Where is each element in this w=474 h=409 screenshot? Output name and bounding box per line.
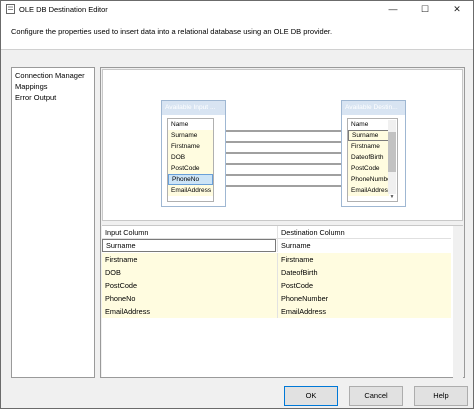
destination-column-item[interactable]: Firstname	[348, 141, 389, 152]
cancel-button[interactable]: Cancel	[349, 386, 403, 406]
table-row[interactable]: Firstname Firstname	[102, 253, 451, 266]
input-column-cell[interactable]: PostCode	[102, 279, 276, 292]
input-column-cell[interactable]: DOB	[102, 266, 276, 279]
available-input-columns-box: Available Input ... Name Surname Firstna…	[161, 100, 226, 207]
help-button[interactable]: Help	[414, 386, 468, 406]
table-row[interactable]: PostCode PostCode	[102, 279, 451, 292]
close-icon: ✕	[453, 3, 461, 14]
description-panel: Configure the properties used to insert …	[1, 17, 473, 50]
destination-column-name-header: Name	[351, 121, 369, 128]
input-column-item[interactable]: PostCode	[168, 163, 213, 174]
maximize-button[interactable]: ☐	[409, 1, 441, 17]
destination-column-cell[interactable]: Firstname	[277, 253, 451, 266]
destination-column-list: Name Surname Firstname DateofBirth PostC…	[347, 118, 398, 202]
title-bar: OLE DB Destination Editor — ☐ ✕	[1, 1, 473, 17]
destination-column-cell[interactable]: EmailAddress	[277, 305, 451, 318]
destination-column-item[interactable]: PostCode	[348, 163, 389, 174]
input-column-item[interactable]: DOB	[168, 152, 213, 163]
input-column-item[interactable]: Firstname	[168, 141, 213, 152]
scrollbar-thumb[interactable]	[388, 132, 396, 172]
table-row[interactable]: EmailAddress EmailAddress	[102, 305, 451, 318]
destination-column-item[interactable]: PhoneNumber	[348, 174, 393, 185]
nav-list: Connection Manager Mappings Error Output	[11, 67, 95, 378]
input-column-name-header: Name	[171, 121, 189, 128]
destination-column-item[interactable]: DateofBirth	[348, 152, 389, 163]
input-box-title: Available Input ...	[162, 101, 225, 115]
nav-item-connection-manager[interactable]: Connection Manager	[15, 71, 85, 80]
destination-column-header: Destination Column	[277, 226, 451, 239]
input-column-list: Name Surname Firstname DOB PostCode Phon…	[167, 118, 214, 202]
destination-column-item[interactable]: Surname	[348, 130, 389, 141]
available-destination-columns-box: Available Destin... Name Surname Firstna…	[341, 100, 406, 207]
scroll-down-icon[interactable]: ▼	[388, 194, 396, 200]
destination-column-cell[interactable]: PostCode	[277, 279, 451, 292]
window-title: OLE DB Destination Editor	[19, 5, 108, 14]
grid-header-row: Input Column Destination Column	[102, 226, 451, 239]
nav-item-mappings[interactable]: Mappings	[15, 82, 48, 91]
destination-column-cell[interactable]: DateofBirth	[277, 266, 451, 279]
ok-button[interactable]: OK	[284, 386, 338, 406]
description-text: Configure the properties used to insert …	[11, 27, 333, 36]
minimize-button[interactable]: —	[377, 1, 409, 17]
mapping-grid: Input Column Destination Column Surname …	[102, 225, 463, 378]
input-column-cell[interactable]: PhoneNo	[102, 292, 276, 305]
input-column-item[interactable]: EmailAddress	[168, 185, 213, 196]
destination-column-cell[interactable]: Surname	[277, 239, 451, 252]
input-column-cell[interactable]: Firstname	[102, 253, 276, 266]
input-column-cell[interactable]: Surname	[102, 239, 276, 252]
destination-column-cell[interactable]: PhoneNumber	[277, 292, 451, 305]
app-icon	[6, 4, 15, 14]
close-button[interactable]: ✕	[441, 1, 473, 17]
destination-box-title: Available Destin...	[342, 101, 405, 115]
table-row[interactable]: Surname Surname	[102, 239, 451, 252]
nav-item-error-output[interactable]: Error Output	[15, 93, 56, 102]
destination-column-item[interactable]: EmailAddress	[348, 185, 391, 196]
minimize-icon: —	[388, 4, 398, 14]
input-column-cell[interactable]: EmailAddress	[102, 305, 276, 318]
input-column-item-selected[interactable]: PhoneNo	[168, 174, 213, 185]
input-column-header: Input Column	[105, 228, 149, 237]
mapping-lines	[213, 127, 349, 190]
mapping-diagram: Available Input ... Name Surname Firstna…	[102, 69, 463, 221]
table-row[interactable]: PhoneNo PhoneNumber	[102, 292, 451, 305]
mappings-panel: Available Input ... Name Surname Firstna…	[100, 67, 465, 378]
table-row[interactable]: DOB DateofBirth	[102, 266, 451, 279]
dialog-window: OLE DB Destination Editor — ☐ ✕ Configur…	[0, 0, 474, 409]
maximize-icon: ☐	[420, 3, 430, 14]
grid-scrollbar[interactable]	[453, 226, 463, 378]
input-column-item[interactable]: Surname	[168, 130, 213, 141]
